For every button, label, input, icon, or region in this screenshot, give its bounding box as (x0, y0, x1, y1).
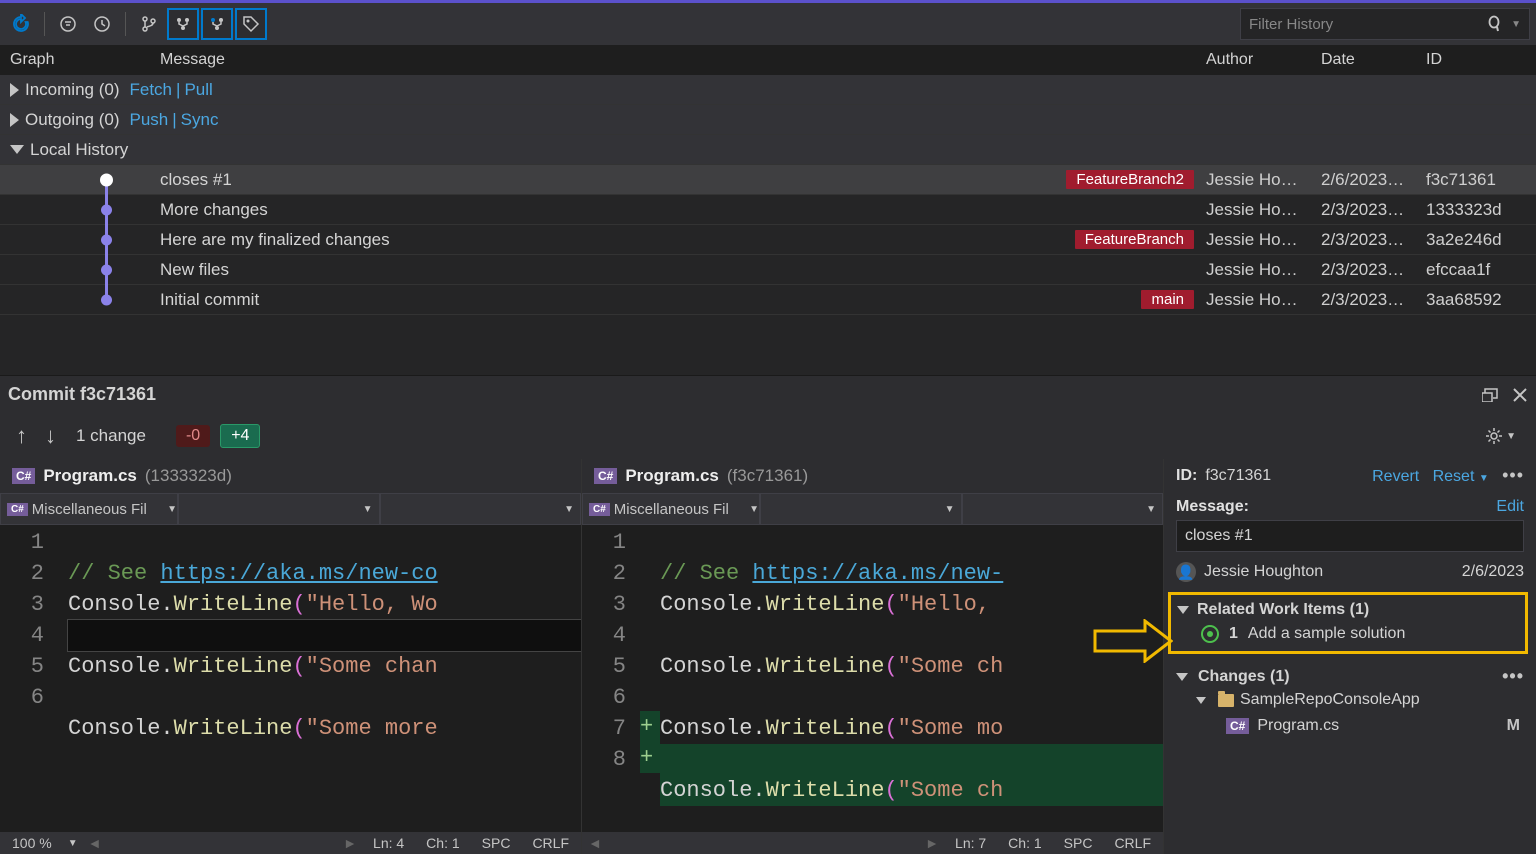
expand-icon[interactable] (10, 83, 19, 97)
related-work-items-section: Related Work Items (1) 1 Add a sample so… (1168, 592, 1528, 654)
branch-tag: FeatureBranch2 (1066, 170, 1194, 189)
scope-dropdown[interactable]: ▼ (760, 493, 962, 525)
left-editor: C# Program.cs (1333323d) C#Miscellaneous… (0, 459, 582, 854)
expand-icon[interactable] (10, 113, 19, 127)
more-actions-button[interactable]: ••• (1502, 465, 1524, 485)
dropdown-caret-icon[interactable]: ▼ (1506, 431, 1516, 442)
revert-button[interactable]: Revert (1372, 468, 1419, 485)
changes-count: 1 change (76, 426, 146, 446)
deletions-badge: -0 (176, 425, 210, 447)
collapse-icon[interactable] (10, 145, 24, 154)
commit-row[interactable]: Initial commitmain Jessie Ho… 2/3/2023… … (0, 285, 1536, 315)
commit-id: f3c71361 (1205, 467, 1271, 485)
clock-icon[interactable] (87, 9, 117, 39)
edit-message-button[interactable]: Edit (1496, 498, 1524, 515)
branch-tag: main (1141, 290, 1194, 309)
gear-icon[interactable] (1484, 426, 1504, 446)
column-date: Date (1321, 51, 1426, 69)
filter-history-input[interactable]: Filter History ▼ (1240, 8, 1530, 40)
dock-icon[interactable] (1482, 388, 1500, 402)
avatar-icon: 👤 (1176, 562, 1196, 582)
collapse-icon[interactable] (1176, 673, 1188, 681)
close-icon[interactable] (1512, 387, 1528, 403)
separator (125, 12, 126, 36)
csharp-icon: C# (594, 468, 617, 484)
history-columns: Graph Message Author Date ID (0, 45, 1536, 75)
branch-tag: FeatureBranch (1075, 230, 1194, 249)
dropdown-caret-icon[interactable]: ▼ (1479, 473, 1489, 484)
scope-dropdown[interactable]: ▼ (178, 493, 380, 525)
line-numbers: 123456 (0, 525, 58, 832)
graph-all-button[interactable] (168, 9, 198, 39)
modified-badge: M (1507, 717, 1524, 735)
tag-icon[interactable] (236, 9, 266, 39)
folder-icon (1218, 694, 1234, 707)
column-id: ID (1426, 51, 1536, 69)
outgoing-section[interactable]: Outgoing (0) Push | Sync (0, 105, 1536, 135)
push-link[interactable]: Push (130, 110, 169, 130)
diff-viewer: C# Program.cs (1333323d) C#Miscellaneous… (0, 459, 1536, 854)
column-message: Message (160, 51, 1206, 69)
commit-row[interactable]: Here are my finalized changesFeatureBran… (0, 225, 1536, 255)
filter-icon[interactable] (53, 9, 83, 39)
collapse-icon[interactable] (1196, 697, 1206, 704)
editor-status-bar: 100 %▼ ◄► Ln: 4 Ch: 1 SPC CRLF (0, 832, 581, 854)
commit-row[interactable]: New files Jessie Ho… 2/3/2023… efccaa1f (0, 255, 1536, 285)
branch-icon[interactable] (134, 9, 164, 39)
incoming-section[interactable]: Incoming (0) Fetch | Pull (0, 75, 1536, 105)
project-dropdown[interactable]: C#Miscellaneous Fil▼ (582, 493, 760, 525)
commit-date: 2/6/2023 (1462, 563, 1524, 581)
right-editor: C# Program.cs (f3c71361) C#Miscellaneous… (582, 459, 1164, 854)
changes-actions-button[interactable]: ••• (1502, 666, 1524, 687)
editor-status-bar: ◄► Ln: 7 Ch: 1 SPC CRLF (582, 832, 1163, 854)
commit-row[interactable]: closes #1FeatureBranch2 Jessie Ho… 2/6/2… (0, 165, 1536, 195)
work-item[interactable]: 1 Add a sample solution (1177, 619, 1519, 643)
code-editor[interactable]: 123456 // See https://aka.ms/new-co Cons… (0, 525, 581, 832)
pull-link[interactable]: Pull (184, 80, 212, 100)
changed-file[interactable]: C# Program.cs M (1176, 713, 1524, 739)
additions-badge: +4 (220, 424, 260, 448)
next-diff-button[interactable]: ↓ (41, 423, 60, 449)
graph-filter-button[interactable] (202, 9, 232, 39)
sync-link[interactable]: Sync (181, 110, 219, 130)
code-editor[interactable]: 12345678 + + // See https://aka.ms/new- … (582, 525, 1163, 832)
column-graph: Graph (10, 51, 160, 69)
prev-diff-button[interactable]: ↑ (12, 423, 31, 449)
line-numbers: 12345678 (582, 525, 640, 832)
folder-node[interactable]: SampleRepoConsoleApp (1176, 687, 1524, 713)
file-tab: C# Program.cs (f3c71361) (582, 459, 1163, 493)
commit-message-input[interactable]: closes #1 (1176, 520, 1524, 552)
annotation-arrow-icon (1093, 619, 1173, 663)
fetch-link[interactable]: Fetch (129, 80, 172, 100)
project-dropdown[interactable]: C#Miscellaneous Fil▼ (0, 493, 178, 525)
diff-toolbar: ↑ ↓ 1 change -0 +4 ▼ (0, 413, 1536, 459)
commit-row[interactable]: More changes Jessie Ho… 2/3/2023… 133332… (0, 195, 1536, 225)
collapse-icon[interactable] (1177, 606, 1189, 614)
refresh-button[interactable] (6, 9, 36, 39)
dropdown-caret-icon[interactable]: ▼ (1511, 19, 1521, 30)
csharp-icon: C# (1226, 718, 1249, 734)
column-author: Author (1206, 51, 1321, 69)
separator (44, 12, 45, 36)
commit-details-pane: ID: f3c71361 Revert Reset ▼ ••• Message:… (1164, 459, 1536, 854)
status-icon (1201, 625, 1219, 643)
member-dropdown[interactable]: ▼ (380, 493, 582, 525)
member-dropdown[interactable]: ▼ (962, 493, 1164, 525)
search-icon (1487, 15, 1505, 33)
history-toolbar: Filter History ▼ (0, 0, 1536, 45)
commit-author: Jessie Houghton (1204, 563, 1323, 581)
csharp-icon: C# (12, 468, 35, 484)
commit-details-header: Commit f3c71361 (0, 375, 1536, 413)
local-history-section[interactable]: Local History (0, 135, 1536, 165)
reset-button[interactable]: Reset (1433, 468, 1475, 485)
zoom-level[interactable]: 100 % (6, 835, 58, 851)
commit-title: Commit f3c71361 (8, 384, 156, 405)
file-tab: C# Program.cs (1333323d) (0, 459, 581, 493)
